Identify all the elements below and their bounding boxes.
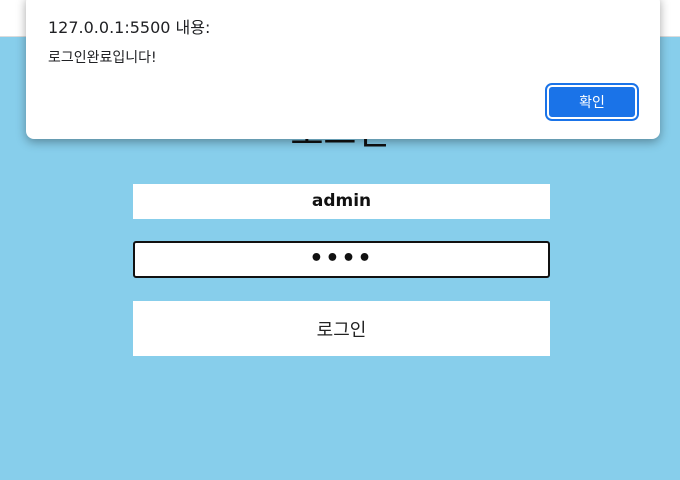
alert-dialog: 127.0.0.1:5500 내용: 로그인완료입니다! 확인 bbox=[26, 0, 660, 139]
login-button[interactable]: 로그인 bbox=[133, 301, 550, 356]
password-input[interactable]: •••• bbox=[133, 241, 550, 278]
dialog-message: 로그인완료입니다! bbox=[48, 50, 157, 66]
username-input[interactable] bbox=[133, 184, 550, 219]
ok-button[interactable]: 확인 bbox=[545, 83, 639, 121]
dialog-origin-text: 127.0.0.1:5500 내용: bbox=[48, 18, 211, 37]
